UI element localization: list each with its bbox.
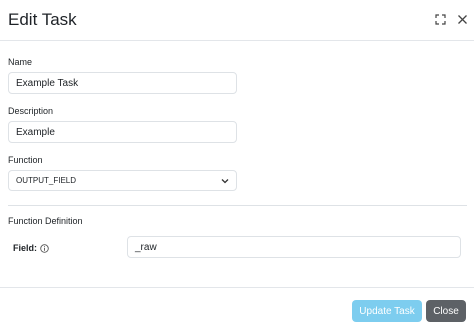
close-button[interactable]: Close	[426, 300, 466, 322]
name-input[interactable]: Example Task	[8, 72, 237, 94]
description-input[interactable]: Example	[8, 121, 237, 143]
chevron-down-icon	[221, 178, 229, 184]
close-icon	[457, 14, 467, 24]
info-icon[interactable]	[40, 243, 49, 253]
field-input[interactable]: _raw	[127, 236, 461, 258]
description-label: Description	[8, 106, 54, 116]
close-modal-button[interactable]	[455, 12, 469, 26]
function-label: Function	[8, 155, 43, 165]
modal-header: Edit Task	[0, 0, 474, 41]
maximize-icon	[434, 13, 446, 25]
function-definition-title: Function Definition	[8, 216, 83, 226]
update-task-button[interactable]: Update Task	[352, 300, 422, 322]
function-select-value: OUTPUT_FIELD	[16, 176, 77, 185]
field-label-text: Field:	[13, 243, 37, 253]
maximize-button[interactable]	[433, 12, 447, 26]
name-label: Name	[8, 57, 33, 67]
section-divider	[8, 205, 467, 206]
field-label: Field:	[13, 242, 49, 254]
function-select[interactable]: OUTPUT_FIELD	[8, 170, 237, 191]
footer-divider	[0, 287, 474, 288]
modal-title: Edit Task	[8, 10, 77, 29]
